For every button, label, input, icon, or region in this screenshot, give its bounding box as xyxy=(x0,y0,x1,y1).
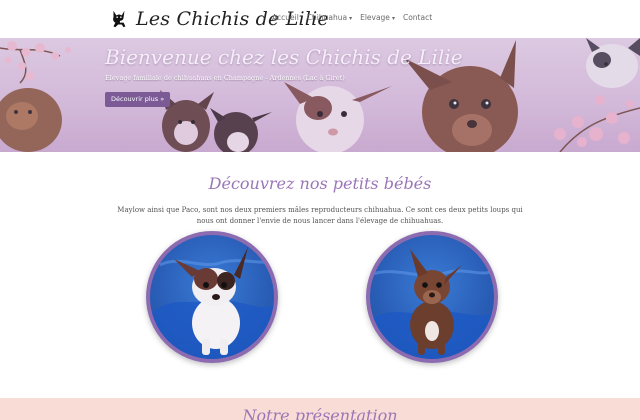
hero-subtitle: Elevage familiale de chihuahuas en Champ… xyxy=(105,74,345,82)
nav-label: Accueil xyxy=(272,13,299,22)
puppy-white-brown-photo xyxy=(150,247,274,359)
nav-item-elevage[interactable]: Elevage ▾ xyxy=(360,13,395,22)
main-nav: Accueil Chihuahua ▾ Elevage ▾ Contact xyxy=(272,13,440,22)
nav-item-chihuahua[interactable]: Chihuahua ▾ xyxy=(307,13,352,22)
section-title: Découvrez nos petits bébés xyxy=(208,174,432,193)
nav-label: Contact xyxy=(402,13,433,22)
discover-more-button[interactable]: Découvrir plus » xyxy=(105,92,171,107)
section-text: Maylow ainsi que Paco, sont nos deux pre… xyxy=(117,206,523,225)
puppy-chocolate-photo xyxy=(370,249,494,359)
hero-title: Bienvenue chez les Chichis de Lilie xyxy=(105,45,463,69)
nav-item-contact[interactable]: Contact xyxy=(403,13,432,22)
nav-label: Chihuahua xyxy=(306,13,348,22)
puppy-photo-right xyxy=(366,231,498,363)
puppy-photo-left xyxy=(146,231,278,363)
hero-banner: Bienvenue chez les Chichis de Lilie Elev… xyxy=(0,38,640,152)
chevron-down-icon: ▾ xyxy=(391,15,395,22)
navbar: Les Chichis de Lilie Accueil Chihuahua ▾ … xyxy=(0,0,640,38)
chihuahua-silhouette-icon xyxy=(113,10,126,28)
presentation-section: Notre présentation xyxy=(0,398,640,420)
chevron-down-icon: ▾ xyxy=(349,15,353,22)
nav-item-accueil[interactable]: Accueil xyxy=(272,13,299,22)
presentation-title: Notre présentation xyxy=(242,406,398,420)
nav-label: Elevage xyxy=(360,13,390,22)
